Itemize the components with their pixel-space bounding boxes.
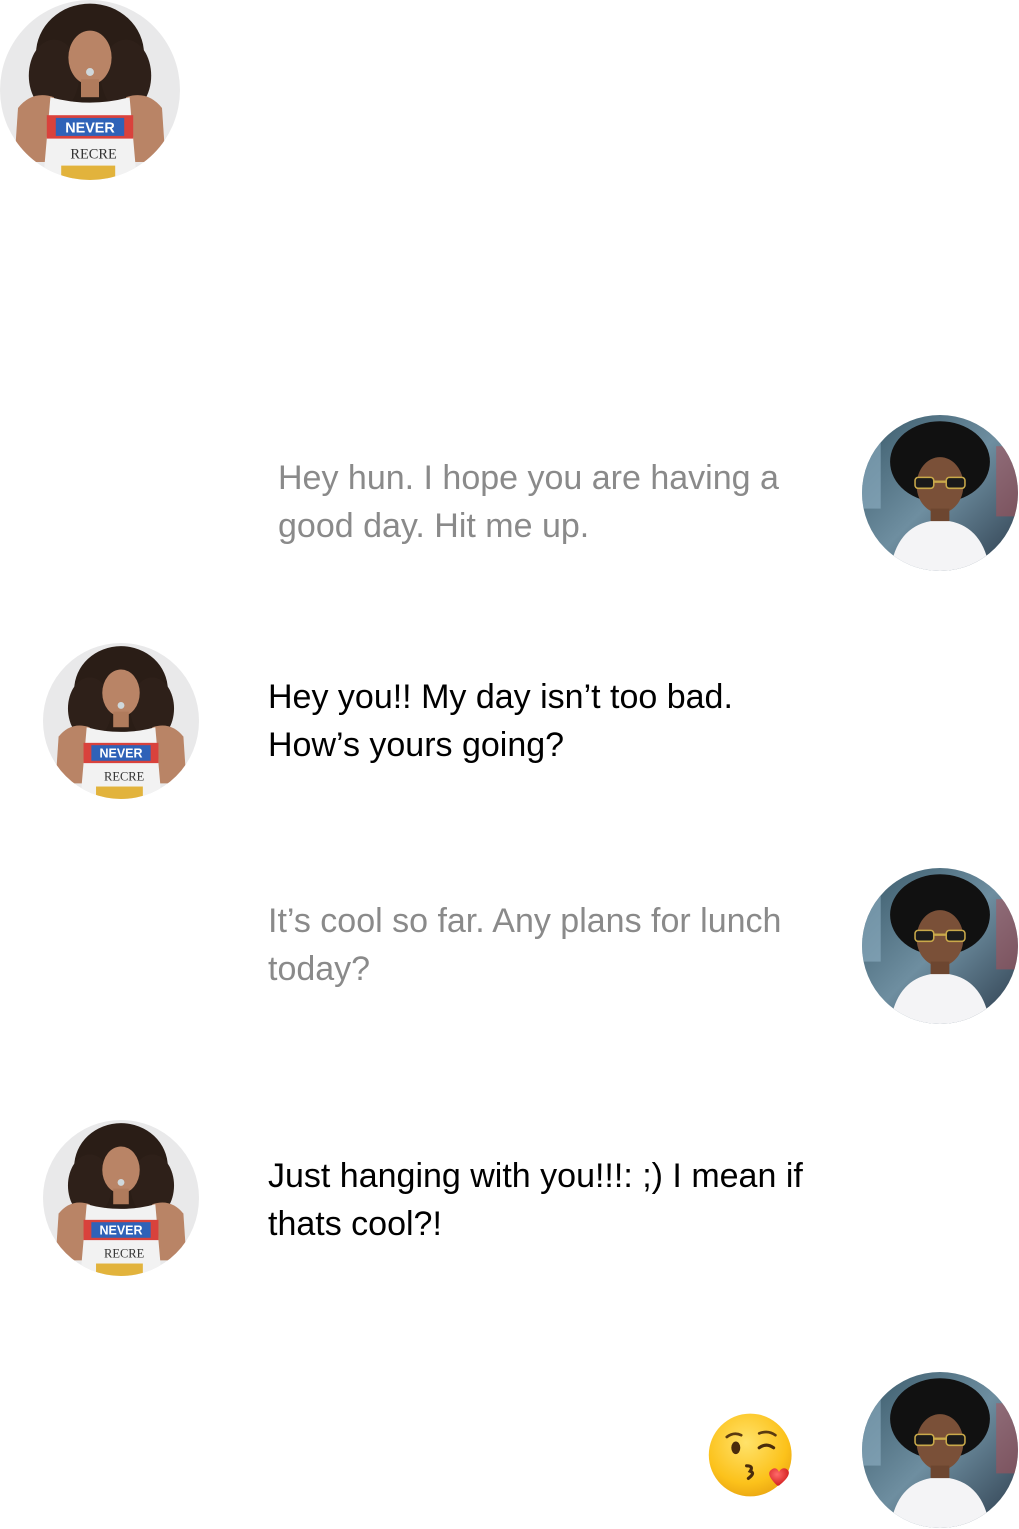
avatar-him[interactable] — [862, 868, 1018, 1024]
avatar-him-image — [862, 1372, 1018, 1528]
avatar-her-image — [43, 1120, 199, 1276]
message-outgoing-text: Hey you!! My day isn’t too bad. How’s yo… — [268, 678, 733, 764]
avatar-her-image — [0, 0, 180, 180]
avatar-her[interactable] — [43, 1120, 199, 1276]
avatar-him-image — [862, 868, 1018, 1024]
message-incoming-text: Hey hun. I hope you are having a good da… — [278, 459, 779, 545]
avatar-him[interactable] — [862, 415, 1018, 571]
avatar-her[interactable] — [43, 643, 199, 799]
avatar-her-header[interactable] — [0, 0, 180, 180]
kissing-face-emoji-icon — [706, 1410, 798, 1500]
avatar-him[interactable] — [862, 1372, 1018, 1528]
avatar-her-image — [43, 643, 199, 799]
message-outgoing-text: Just hanging with you!!!: ;) I mean if t… — [268, 1157, 803, 1243]
avatar-him-image — [862, 415, 1018, 571]
message-incoming-text: It’s cool so far. Any plans for lunch to… — [268, 902, 782, 988]
